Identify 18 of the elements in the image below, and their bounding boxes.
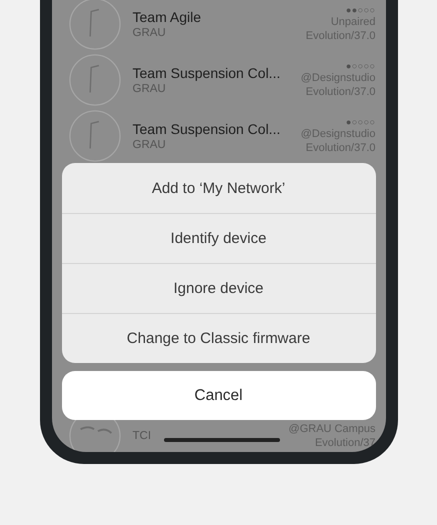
device-icon [68,54,120,106]
device-brand: GRAU [132,83,166,95]
device-brand: TCI [132,430,152,442]
device-name: Team Suspension Col... [132,121,280,137]
action-item[interactable]: Add to ‘My Network’ [62,163,376,213]
action-item[interactable]: Change to Classic firmware [62,313,376,363]
signal-dots: ●○○○○ [346,117,376,127]
action-item[interactable]: Identify device [62,213,376,263]
device-name: Team Suspension Col... [132,65,280,81]
device-brand: GRAU [132,27,166,39]
signal-dots: ●○○○○ [346,61,376,71]
signal-dots: ●●○○○ [346,5,376,15]
device-icon [68,110,120,162]
device-name: Team Agile [132,9,201,25]
action-item[interactable]: Ignore device [62,263,376,313]
device-icon [68,0,120,50]
cancel-button[interactable]: Cancel [62,371,376,420]
device-brand: GRAU [132,139,166,151]
